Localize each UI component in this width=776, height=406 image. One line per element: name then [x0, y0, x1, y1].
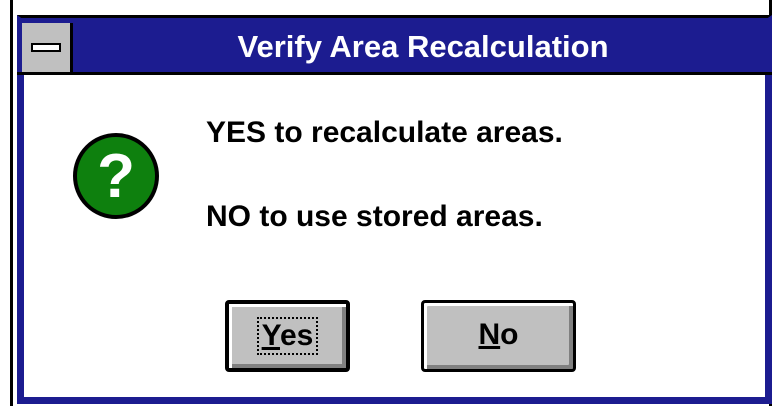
- system-menu-button[interactable]: [22, 23, 73, 72]
- dialog-title: Verify Area Recalculation: [237, 29, 609, 64]
- no-button-label-wrap: No: [424, 318, 573, 352]
- yes-button-label-wrap: Yes: [229, 317, 346, 355]
- verify-area-dialog: Verify Area Recalculation ? YES to recal…: [0, 0, 776, 406]
- yes-button-label: Yes: [256, 317, 319, 355]
- question-mark-glyph: ?: [97, 142, 135, 211]
- yes-button[interactable]: Yes: [225, 300, 350, 372]
- message-line-yes: YES to recalculate areas.: [206, 116, 563, 149]
- system-menu-icon: [31, 43, 61, 52]
- message-line-no: NO to use stored areas.: [206, 200, 543, 233]
- question-icon: ?: [73, 133, 159, 219]
- no-button[interactable]: No: [421, 300, 576, 372]
- no-button-label: No: [478, 318, 519, 351]
- outer-border-left: [10, 0, 13, 406]
